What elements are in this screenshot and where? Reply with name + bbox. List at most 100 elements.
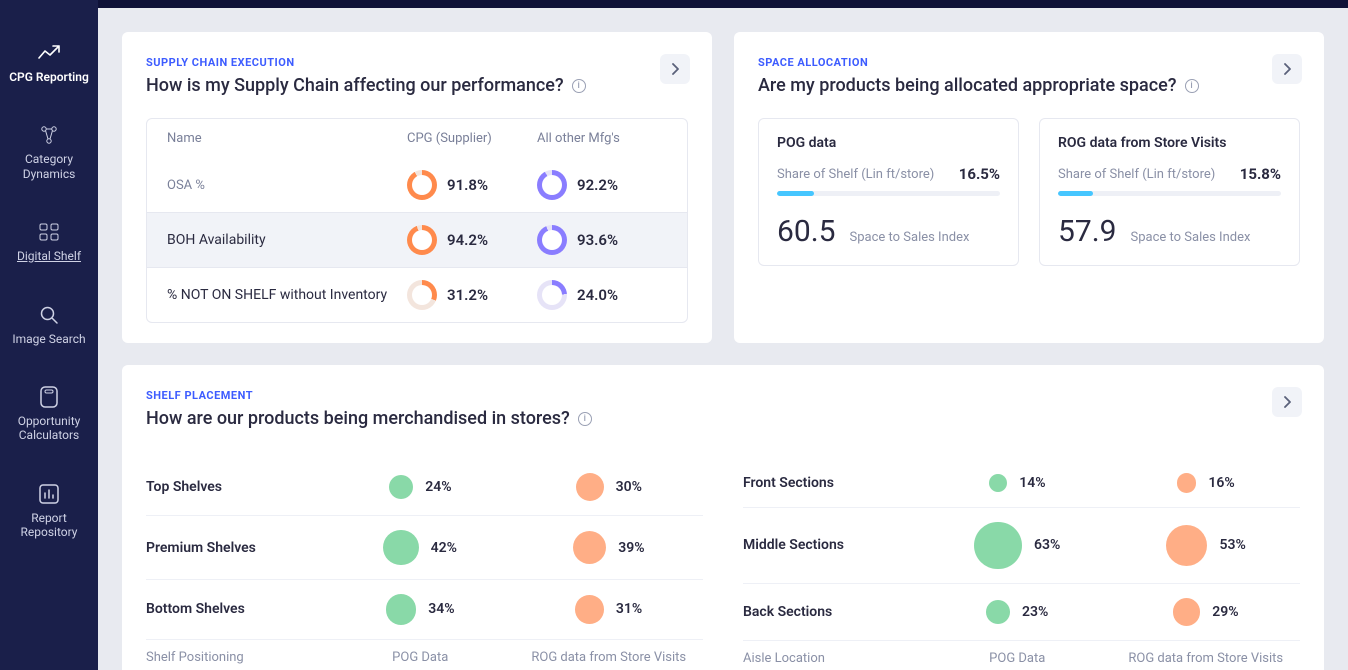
card-title: How are our products being merchandised … (146, 408, 1300, 429)
bubble-icon (989, 474, 1007, 492)
expand-button[interactable] (1272, 387, 1302, 417)
bubble-icon (1173, 598, 1200, 625)
nav-image-search[interactable]: Image Search (0, 290, 98, 358)
top-bar (98, 0, 1348, 8)
nav-report-repository[interactable]: Report Repository (0, 469, 98, 552)
progress-bar (1058, 191, 1281, 196)
rog-bubble-cell: 16% (1112, 473, 1301, 493)
sidebar: CPG Reporting Category Dynamics Digital … (0, 0, 98, 670)
nodes-icon (38, 122, 60, 148)
ring-chart-icon (407, 170, 437, 200)
shelf-row-name: Back Sections (743, 604, 923, 620)
row-name: % NOT ON SHELF without Inventory (167, 287, 407, 303)
pog-card-title: ROG data from Store Visits (1058, 135, 1281, 151)
pog-bubble-cell: 42% (326, 530, 515, 565)
pog-card-title: POG data (777, 135, 1000, 151)
rog-bubble-cell: 30% (515, 473, 704, 501)
shelf-row: Back Sections 23% 29% (743, 584, 1300, 640)
shelf-row: Premium Shelves 42% 39% (146, 516, 703, 580)
pog-card: ROG data from Store Visits Share of Shel… (1039, 118, 1300, 266)
shelf-row-name: Front Sections (743, 475, 923, 491)
info-icon[interactable]: i (1185, 79, 1199, 93)
grid-icon (39, 219, 59, 245)
card-title: How is my Supply Chain affecting our per… (146, 75, 688, 96)
card-space-allocation: SPACE ALLOCATION Are my products being a… (734, 32, 1324, 343)
expand-button[interactable] (660, 54, 690, 84)
nav-cpg-reporting[interactable]: CPG Reporting (0, 28, 98, 96)
overline: SHELF PLACEMENT (146, 389, 1300, 402)
pog-bubble-cell: 34% (326, 594, 515, 624)
title-text: How are our products being merchandised … (146, 408, 570, 429)
cpg-value: 91.8% (407, 170, 537, 200)
space-to-sales-index: 60.5 Space to Sales Index (777, 214, 1000, 249)
shelf-column-footer: Aisle Location POG Data ROG data from St… (743, 641, 1300, 666)
search-icon (39, 302, 59, 328)
rog-bubble-cell: 29% (1112, 598, 1301, 625)
row-name: BOH Availability (167, 232, 407, 248)
shelf-row-name: Bottom Shelves (146, 601, 326, 617)
shelf-row-name: Premium Shelves (146, 540, 326, 556)
table-row[interactable]: BOH Availability 94.2% 93.6% (147, 212, 687, 267)
ring-chart-icon (407, 280, 437, 310)
other-value: 24.0% (537, 280, 667, 310)
row-name: OSA % (167, 178, 407, 193)
card-title: Are my products being allocated appropri… (758, 75, 1300, 96)
bubble-icon (986, 600, 1010, 624)
pog-bubble-cell: 23% (923, 600, 1112, 624)
table-row[interactable]: % NOT ON SHELF without Inventory 31.2% 2… (147, 267, 687, 322)
nav-opportunity-calculators[interactable]: Opportunity Calculators (0, 372, 98, 455)
expand-button[interactable] (1272, 54, 1302, 84)
info-icon[interactable]: i (578, 412, 592, 426)
info-icon[interactable]: i (572, 79, 586, 93)
title-text: Are my products being allocated appropri… (758, 75, 1177, 96)
pog-bubble-cell: 63% (923, 522, 1112, 570)
progress-fill (777, 191, 814, 196)
progress-bar (777, 191, 1000, 196)
bubble-icon (389, 475, 413, 499)
other-value: 93.6% (537, 225, 667, 255)
bubble-icon (974, 522, 1022, 570)
overline: SUPPLY CHAIN EXECUTION (146, 56, 688, 69)
ring-chart-icon (537, 225, 567, 255)
table-row[interactable]: OSA % 91.8% 92.2% (147, 158, 687, 212)
cpg-value: 31.2% (407, 280, 537, 310)
shelf-positioning-column: Top Shelves 24% 30% Premium Shelves 42% … (146, 459, 703, 666)
bubble-icon (573, 531, 606, 564)
rog-bubble-cell: 31% (515, 595, 704, 624)
chevron-right-icon (1283, 63, 1291, 75)
nav-category-dynamics[interactable]: Category Dynamics (0, 110, 98, 193)
bubble-icon (575, 595, 604, 624)
bubble-icon (1177, 473, 1197, 493)
chevron-right-icon (671, 63, 679, 75)
trend-icon (38, 40, 60, 66)
content: SUPPLY CHAIN EXECUTION How is my Supply … (98, 8, 1348, 670)
table-header: Name CPG (Supplier) All other Mfg's (147, 119, 687, 158)
shelf-row-name: Top Shelves (146, 479, 326, 495)
progress-fill (1058, 191, 1093, 196)
main-area: SUPPLY CHAIN EXECUTION How is my Supply … (98, 0, 1348, 670)
device-icon (40, 384, 58, 410)
bubble-icon (383, 530, 418, 565)
share-of-shelf-row: Share of Shelf (Lin ft/store) 15.8% (1058, 165, 1281, 183)
shelf-row-name: Middle Sections (743, 537, 923, 553)
nav-digital-shelf[interactable]: Digital Shelf (0, 207, 98, 275)
ring-chart-icon (537, 280, 567, 310)
ring-chart-icon (407, 225, 437, 255)
pog-card: POG data Share of Shelf (Lin ft/store) 1… (758, 118, 1019, 266)
card-shelf-placement: SHELF PLACEMENT How are our products bei… (122, 365, 1324, 670)
rog-bubble-cell: 53% (1112, 525, 1301, 567)
other-value: 92.2% (537, 170, 667, 200)
space-to-sales-index: 57.9 Space to Sales Index (1058, 214, 1281, 249)
rog-bubble-cell: 39% (515, 531, 704, 564)
shelf-row: Top Shelves 24% 30% (146, 459, 703, 516)
bubble-icon (386, 594, 416, 624)
card-supply-chain: SUPPLY CHAIN EXECUTION How is my Supply … (122, 32, 712, 343)
cpg-value: 94.2% (407, 225, 537, 255)
overline: SPACE ALLOCATION (758, 56, 1300, 69)
shelf-column-footer: Shelf Positioning POG Data ROG data from… (146, 640, 703, 665)
shelf-row: Middle Sections 63% 53% (743, 508, 1300, 585)
chevron-right-icon (1283, 396, 1291, 408)
title-text: How is my Supply Chain affecting our per… (146, 75, 564, 96)
aisle-location-column: Front Sections 14% 16% Middle Sections 6… (743, 459, 1300, 666)
report-icon (39, 481, 59, 507)
